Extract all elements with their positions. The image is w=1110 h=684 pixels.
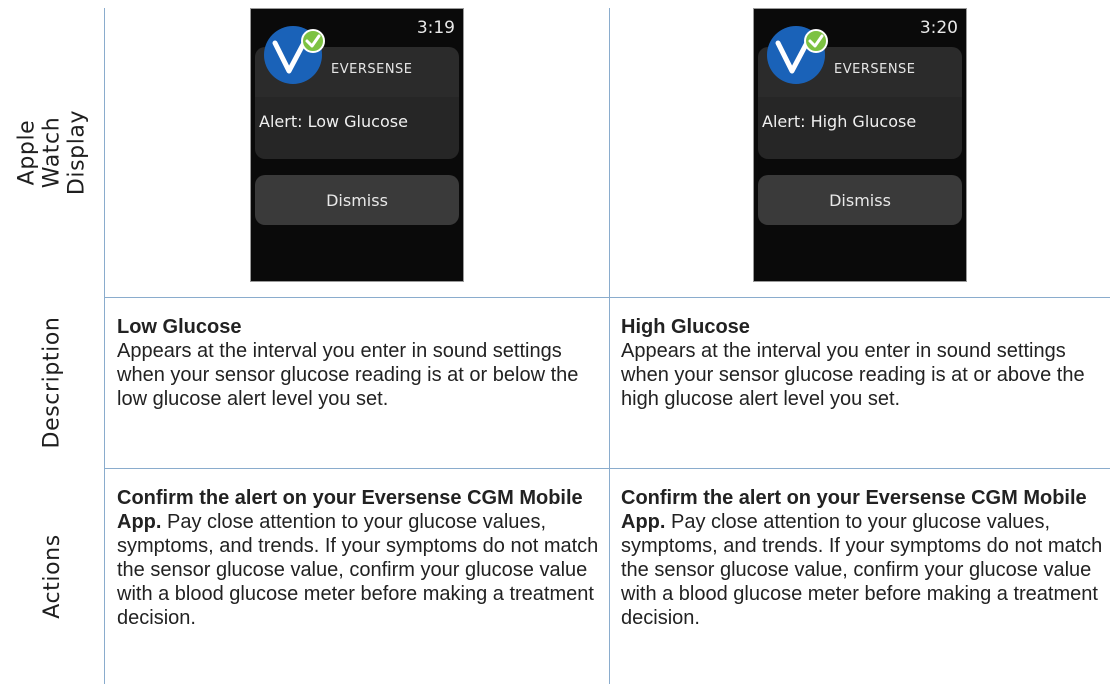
description-title: High Glucose xyxy=(621,316,750,338)
row-label-watch-text: Apple Watch Display xyxy=(14,109,90,196)
watch-screen-low: 3:19 EVERSENSE Alert: Low Glucose Dismis… xyxy=(250,8,464,282)
actions-cell-high: Confirm the alert on your Eversense CGM … xyxy=(621,486,1105,630)
description-cell-low: Low Glucose Appears at the interval you … xyxy=(117,315,597,411)
row-label-actions: Actions xyxy=(0,468,104,684)
row-label-divider xyxy=(104,8,105,684)
dismiss-button[interactable]: Dismiss xyxy=(255,175,459,225)
description-text: Appears at the interval you enter in sou… xyxy=(117,340,579,410)
alert-text: Alert: Low Glucose xyxy=(259,112,408,131)
description-cell-high: High Glucose Appears at the interval you… xyxy=(621,315,1101,411)
app-name: EVERSENSE xyxy=(331,62,413,77)
action-text: Pay close attention to your glucose valu… xyxy=(621,511,1103,629)
app-name: EVERSENSE xyxy=(834,62,916,77)
eversense-logo-icon xyxy=(264,26,325,84)
description-text: Appears at the interval you enter in sou… xyxy=(621,340,1085,410)
action-text: Pay close attention to your glucose valu… xyxy=(117,511,599,629)
column-divider xyxy=(609,8,610,684)
watch-time: 3:20 xyxy=(919,18,958,38)
row-label-watch: Apple Watch Display xyxy=(0,8,104,297)
row-divider-2 xyxy=(104,468,1110,469)
alert-text: Alert: High Glucose xyxy=(762,112,917,131)
row-label-description-text: Description xyxy=(39,316,65,449)
watch-time: 3:19 xyxy=(416,18,455,38)
eversense-logo-icon xyxy=(767,26,828,84)
row-label-description: Description xyxy=(0,297,104,468)
actions-cell-low: Confirm the alert on your Eversense CGM … xyxy=(117,486,601,630)
row-divider-1 xyxy=(104,297,1110,298)
description-title: Low Glucose xyxy=(117,316,242,338)
watch-screen-high: 3:20 EVERSENSE Alert: High Glucose Dismi… xyxy=(753,8,967,282)
dismiss-button[interactable]: Dismiss xyxy=(758,175,962,225)
row-label-actions-text: Actions xyxy=(39,533,65,619)
